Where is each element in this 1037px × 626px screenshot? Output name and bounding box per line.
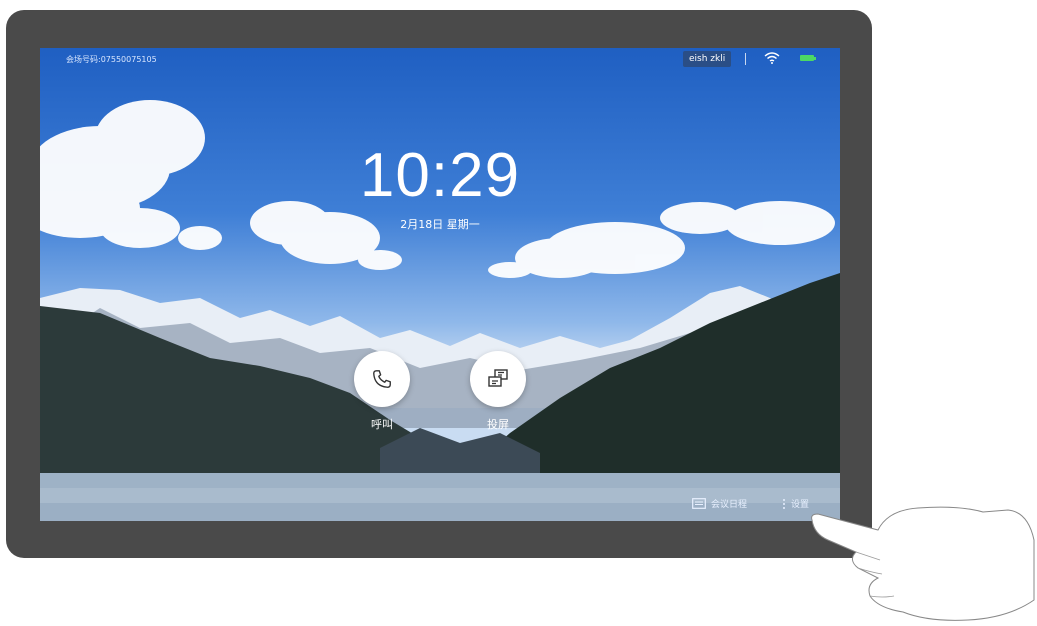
meeting-schedule-label: 会议日程 [711,500,748,510]
meeting-schedule-button[interactable]: 会议日程 [692,497,747,510]
pointing-hand-illustration [811,506,1035,621]
user-name-chip[interactable]: eish zkli [683,51,732,67]
battery-icon [800,55,816,61]
clock-date: 2月18日 星期一 [400,218,480,231]
settings-button[interactable]: 设置 [782,497,809,510]
screen-share-label: 投屏 [487,418,509,431]
settings-label: 设置 [791,500,810,510]
call-button[interactable] [354,351,410,407]
call-label: 呼叫 [371,418,393,431]
wifi-icon [764,52,780,64]
screen-share-icon [488,369,508,387]
screen-share-button[interactable] [470,351,526,407]
status-divider [745,53,746,65]
phone-icon [373,370,391,388]
meeting-id-label: 会场号码:07550075105 [66,55,157,64]
clock-time: 10:29 [359,141,521,210]
wallpaper-landscape [40,100,840,521]
more-vertical-icon [783,498,785,509]
calendar-icon [692,498,706,509]
home-screen: 会场号码:07550075105 eish zkli 10:29 2月18日 星… [40,48,840,521]
